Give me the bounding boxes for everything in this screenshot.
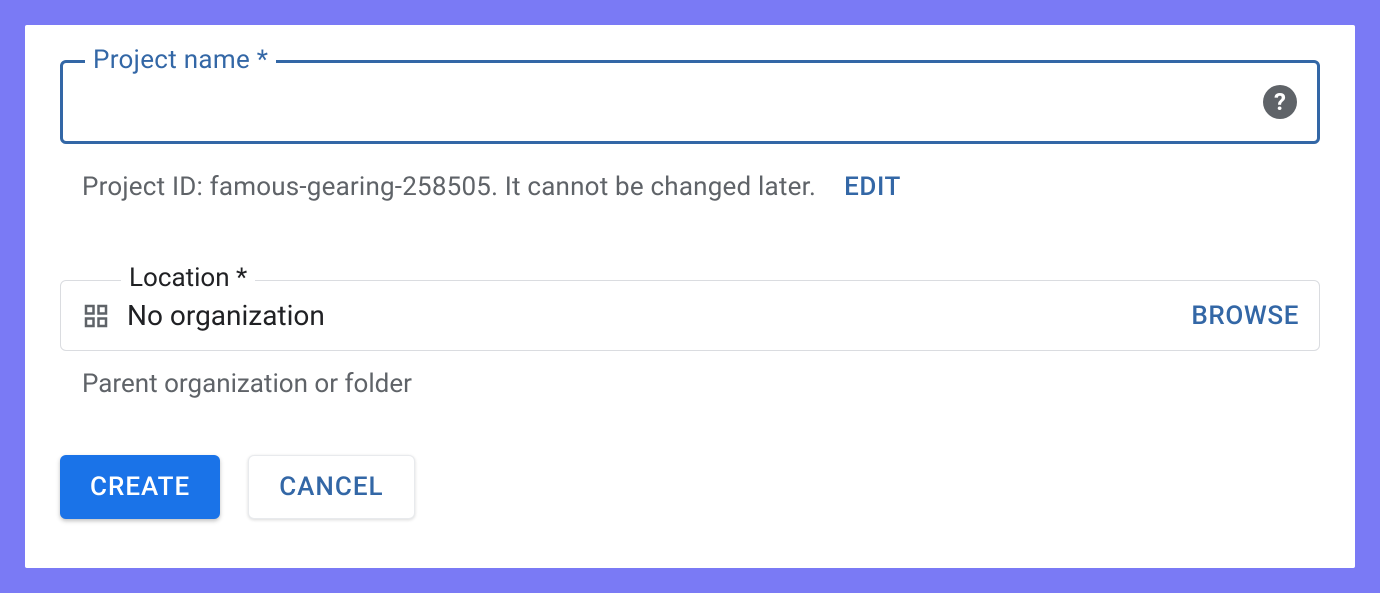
location-label: Location * [121, 263, 255, 293]
organization-icon [81, 301, 111, 331]
project-id-hint: Project ID: famous-gearing-258505. It ca… [82, 172, 816, 202]
create-button[interactable]: CREATE [60, 455, 220, 519]
button-row: CREATE CANCEL [60, 455, 1320, 519]
cancel-button[interactable]: CANCEL [248, 455, 414, 519]
project-name-input[interactable] [83, 86, 1263, 118]
new-project-card: Project name * ? Project ID: famous-gear… [25, 25, 1355, 568]
browse-button[interactable]: BROWSE [1191, 301, 1299, 331]
location-hint: Parent organization or folder [60, 369, 1320, 399]
project-name-label: Project name * [85, 45, 276, 75]
project-name-field[interactable]: Project name * ? [60, 60, 1320, 144]
location-value: No organization [127, 299, 1191, 332]
help-icon[interactable]: ? [1263, 85, 1297, 119]
location-field[interactable]: Location * No organization BROWSE [60, 280, 1320, 351]
edit-project-id-button[interactable]: EDIT [844, 172, 901, 202]
project-id-row: Project ID: famous-gearing-258505. It ca… [60, 172, 1320, 202]
